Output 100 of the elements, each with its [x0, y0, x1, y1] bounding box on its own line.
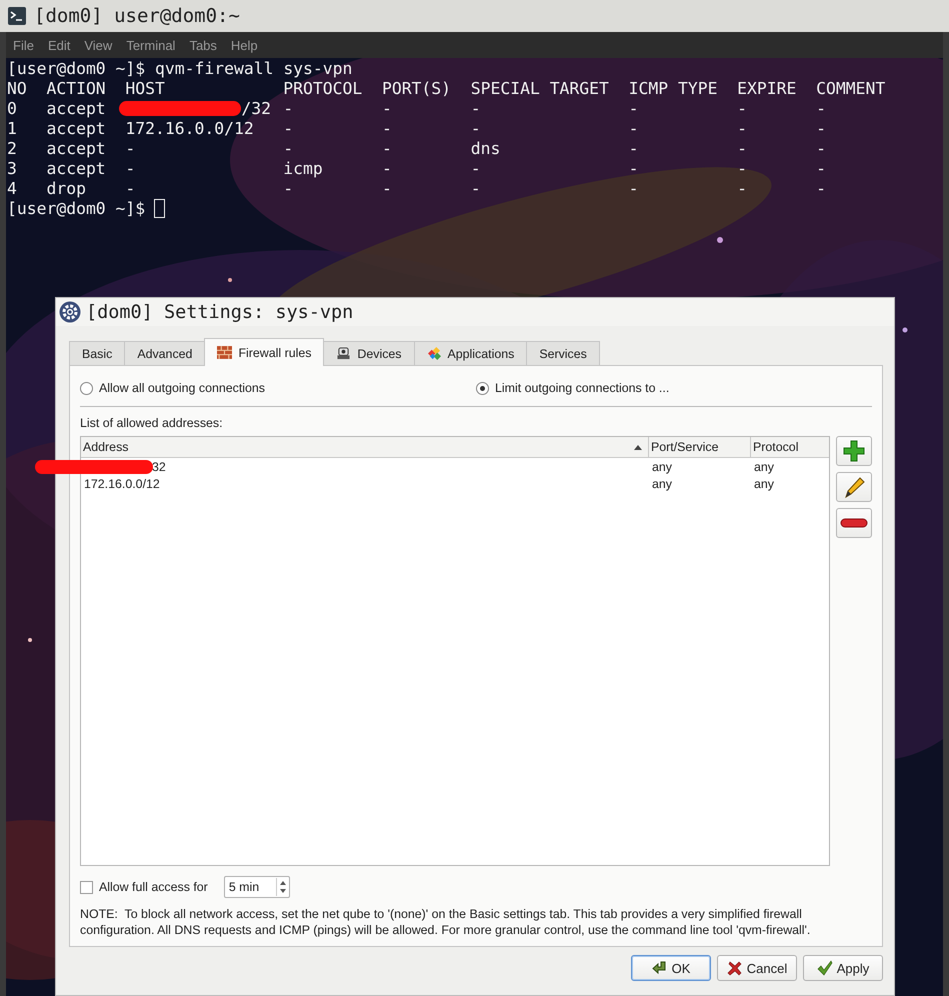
- menu-item[interactable]: Tabs: [189, 38, 229, 52]
- table-cell: accept: [46, 119, 106, 138]
- table-cell: 0: [7, 99, 17, 118]
- check-icon: [816, 960, 833, 976]
- table-cell: icmp: [283, 159, 323, 178]
- radio-button[interactable]: [80, 382, 93, 394]
- table-cell: 172.16.0.0/12: [125, 119, 254, 138]
- menu-item[interactable]: File: [13, 38, 46, 52]
- table-cell: any: [754, 460, 774, 474]
- table-cell: /32: [241, 99, 272, 118]
- table-cell: -: [816, 99, 826, 118]
- table-cell: -: [737, 139, 748, 158]
- dialog-title: [dom0] Settings: sys-vpn: [86, 302, 354, 322]
- spin-arrows-icon: [276, 878, 289, 896]
- column-header[interactable]: Protocol: [751, 437, 829, 457]
- column-header: ICMP TYPE: [628, 79, 718, 98]
- table-cell: -: [470, 159, 481, 178]
- table-cell: accept: [46, 159, 106, 178]
- table-cell: -: [470, 99, 481, 118]
- table-cell: -: [283, 139, 294, 158]
- tab[interactable]: Basic: [69, 341, 126, 365]
- minus-icon: [840, 517, 868, 529]
- table-cell: -: [283, 99, 294, 118]
- column-header: PROTOCOL: [283, 79, 362, 98]
- cancel-button[interactable]: Cancel: [717, 955, 797, 981]
- column-header: COMMENT: [816, 79, 886, 98]
- tab[interactable]: Applications: [414, 341, 528, 365]
- table-cell: -: [125, 139, 136, 158]
- table-cell: -: [628, 99, 638, 118]
- menu-item[interactable]: View: [84, 38, 124, 52]
- edit-button[interactable]: [836, 472, 872, 502]
- ok-button[interactable]: OK: [631, 955, 711, 981]
- table-cell: -: [628, 139, 638, 158]
- apply-button[interactable]: Apply: [803, 955, 883, 981]
- column-header: EXPIRE: [737, 79, 796, 98]
- table-cell: any: [652, 476, 672, 490]
- window-title: [dom0] user@dom0:~: [34, 5, 240, 27]
- table-cell: -: [816, 159, 826, 178]
- duration-spinbox[interactable]: 5 min: [224, 876, 290, 898]
- column-header[interactable]: Address: [81, 437, 649, 457]
- table-cell: dns: [470, 139, 500, 158]
- table-cell: -: [382, 119, 392, 138]
- tab[interactable]: Firewall rules: [204, 338, 324, 366]
- gear-icon: [59, 301, 81, 323]
- checkbox-label[interactable]: Allow full access for: [99, 880, 208, 894]
- table-cell: -: [470, 179, 481, 198]
- table-cell: accept: [46, 99, 106, 118]
- tab[interactable]: Advanced: [124, 341, 206, 365]
- device-icon: [336, 347, 352, 360]
- table-cell: -: [737, 99, 748, 118]
- table-cell: -: [737, 179, 748, 198]
- table-cell: -: [816, 139, 826, 158]
- table-cell: -: [382, 99, 392, 118]
- command-line: [user@dom0 ~]$ qvm-firewall sys-vpn: [7, 59, 352, 79]
- table-cell: 3: [7, 159, 17, 178]
- remove-button[interactable]: [836, 508, 872, 538]
- table-cell: -: [816, 119, 826, 138]
- table-cell: 1: [7, 119, 17, 138]
- add-button[interactable]: [836, 436, 872, 466]
- table-cell: accept: [46, 139, 106, 158]
- column-header: SPECIAL TARGET: [470, 79, 609, 98]
- column-header: HOST: [125, 79, 165, 98]
- brick-wall-icon: [217, 346, 232, 359]
- return-arrow-icon: [652, 960, 668, 976]
- table-cell: -: [125, 159, 136, 178]
- table-cell: -: [628, 119, 638, 138]
- table-cell: 172.16.0.0/12: [84, 476, 160, 490]
- radio-button[interactable]: [476, 382, 489, 394]
- menu-item[interactable]: Edit: [48, 38, 82, 52]
- table-cell: -: [283, 119, 294, 138]
- table-cell: -: [382, 139, 392, 158]
- checkbox[interactable]: [80, 880, 93, 894]
- column-header: PORT(S): [382, 79, 452, 98]
- column-header: NO: [7, 79, 27, 98]
- table-cell: -: [628, 159, 638, 178]
- radio-label[interactable]: Limit outgoing connections to ...: [495, 381, 670, 395]
- table-cell: any: [754, 476, 774, 490]
- table-cell: -: [382, 179, 392, 198]
- table-cell: -: [737, 119, 748, 138]
- menu-item[interactable]: Terminal: [126, 38, 188, 52]
- table-cell: any: [652, 460, 672, 474]
- prompt: [user@dom0 ~]$: [7, 199, 146, 219]
- table-cell: -: [382, 159, 392, 178]
- applications-icon: [426, 347, 442, 360]
- table-cell: 32: [152, 460, 166, 474]
- table-cell: drop: [46, 179, 86, 198]
- table-cell: 2: [7, 139, 17, 158]
- list-label: List of allowed addresses:: [80, 416, 224, 430]
- table-cell: -: [628, 179, 638, 198]
- pencil-icon: [842, 475, 866, 499]
- terminal-icon: [8, 7, 26, 25]
- tab[interactable]: Services: [526, 341, 600, 365]
- table-cell: -: [470, 119, 481, 138]
- menu-item[interactable]: Help: [230, 38, 270, 52]
- table-cell: -: [816, 179, 826, 198]
- radio-label[interactable]: Allow all outgoing connections: [99, 381, 266, 395]
- table-cell: 4: [7, 179, 17, 198]
- column-header[interactable]: Port/Service: [649, 437, 751, 457]
- plus-icon: [842, 439, 866, 463]
- tab[interactable]: Devices: [323, 341, 414, 365]
